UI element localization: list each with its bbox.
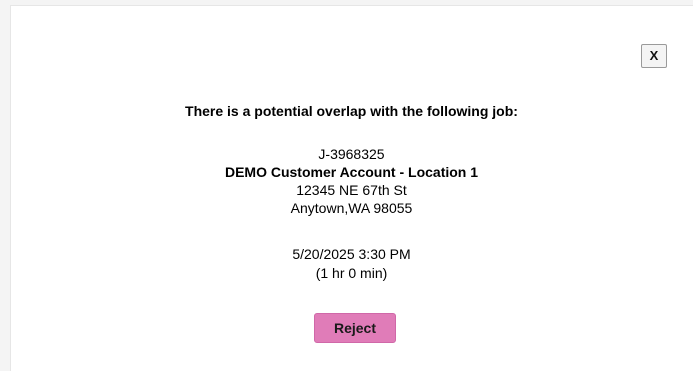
job-address-line1: 12345 NE 67th St bbox=[296, 182, 407, 198]
job-duration: (1 hr 0 min) bbox=[315, 265, 388, 281]
reject-button[interactable]: Reject bbox=[314, 313, 396, 343]
job-details: J-3968325 DEMO Customer Account - Locati… bbox=[0, 145, 693, 217]
job-address-line2: Anytown,WA 98055 bbox=[290, 200, 413, 216]
overlap-heading: There is a potential overlap with the fo… bbox=[185, 103, 518, 119]
job-schedule: 5/20/2025 3:30 PM (1 hr 0 min) bbox=[0, 245, 693, 283]
job-id: J-3968325 bbox=[318, 146, 385, 162]
job-datetime: 5/20/2025 3:30 PM bbox=[292, 246, 411, 262]
close-button[interactable]: X bbox=[641, 44, 667, 68]
job-account: DEMO Customer Account - Location 1 bbox=[224, 164, 479, 180]
